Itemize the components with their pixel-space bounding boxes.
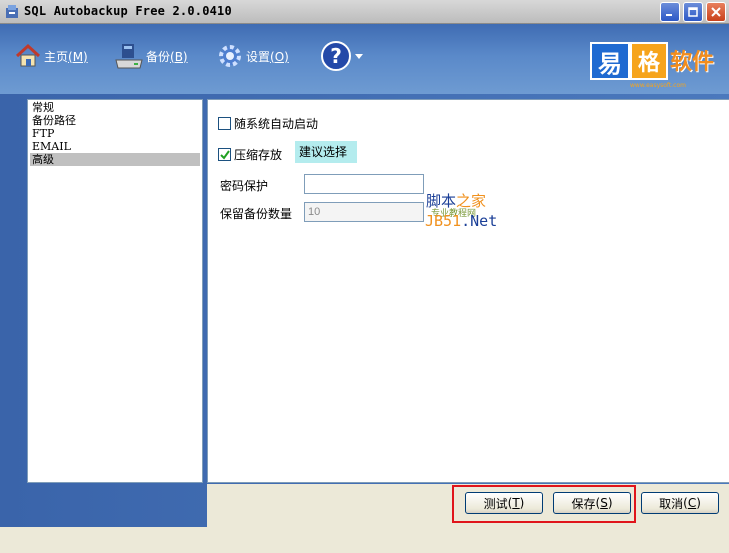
logo-char-1: 易 (590, 42, 630, 80)
toolbar-settings-label: 设置(O) (246, 49, 289, 64)
window-title: SQL Autobackup Free 2.0.0410 (24, 4, 232, 18)
logo-text: 软件 (670, 50, 715, 75)
home-icon (15, 43, 41, 67)
toolbar: 主页(M) 备份(B) 设置(O) ? 易 格 软件 www.easysoft.… (0, 24, 729, 94)
autostart-option[interactable]: 随系统自动启动 (218, 115, 318, 132)
toolbar-home-button[interactable]: 主页(M) (14, 38, 88, 74)
compress-option[interactable]: 压缩存放 (218, 146, 282, 163)
test-button[interactable]: 测试(T) (465, 492, 543, 514)
compress-checkbox[interactable] (218, 148, 231, 161)
autostart-label: 随系统自动启动 (234, 117, 319, 131)
compress-label: 压缩存放 (234, 148, 283, 162)
toolbar-help-button[interactable]: ? (320, 38, 364, 74)
keep-count-field[interactable] (304, 202, 424, 222)
backup-drive-icon (115, 44, 143, 69)
autostart-checkbox[interactable] (218, 117, 231, 130)
status-bar (0, 527, 729, 553)
logo-subtext: www.easysoft.com (630, 82, 687, 89)
brand-logo: 易 格 软件 www.easysoft.com (590, 42, 720, 89)
nav-item-backup-path[interactable]: 备份路径 (30, 114, 200, 127)
save-button[interactable]: 保存(S) (553, 492, 631, 514)
nav-item-general[interactable]: 常规 (30, 101, 200, 114)
help-icon: ? (321, 41, 351, 71)
minimize-icon (666, 14, 672, 16)
dropdown-arrow-icon[interactable] (354, 51, 364, 61)
password-label: 密码保护 (220, 179, 269, 193)
close-icon (711, 7, 721, 17)
logo-char-2: 格 (630, 42, 668, 80)
toolbar-backup-button[interactable]: 备份(B) (114, 38, 188, 74)
compress-hint: 建议选择 (295, 141, 357, 163)
nav-item-advanced[interactable]: 高级 (30, 153, 200, 166)
checkmark-icon (219, 149, 230, 160)
password-field[interactable] (304, 174, 424, 194)
watermark-line-2: JB51.Net (425, 212, 498, 230)
close-button[interactable] (706, 2, 726, 22)
nav-item-ftp[interactable]: FTP (30, 127, 200, 140)
nav-item-email[interactable]: EMAIL (30, 140, 200, 153)
cancel-button[interactable]: 取消(C) (641, 492, 719, 514)
toolbar-settings-button[interactable]: 设置(O) (216, 38, 289, 74)
title-bar: SQL Autobackup Free 2.0.0410 (0, 0, 729, 24)
settings-panel (207, 99, 729, 483)
minimize-button[interactable] (660, 2, 680, 22)
app-icon (6, 5, 18, 18)
gear-icon (219, 45, 241, 67)
toolbar-home-label: 主页(M) (44, 49, 88, 64)
settings-nav-list[interactable]: 常规 备份路径 FTP EMAIL 高级 (27, 99, 203, 483)
svg-text:?: ? (330, 44, 342, 68)
maximize-icon (688, 7, 698, 17)
maximize-button[interactable] (683, 2, 703, 22)
keep-count-label: 保留备份数量 (220, 207, 293, 221)
toolbar-backup-label: 备份(B) (146, 49, 188, 64)
